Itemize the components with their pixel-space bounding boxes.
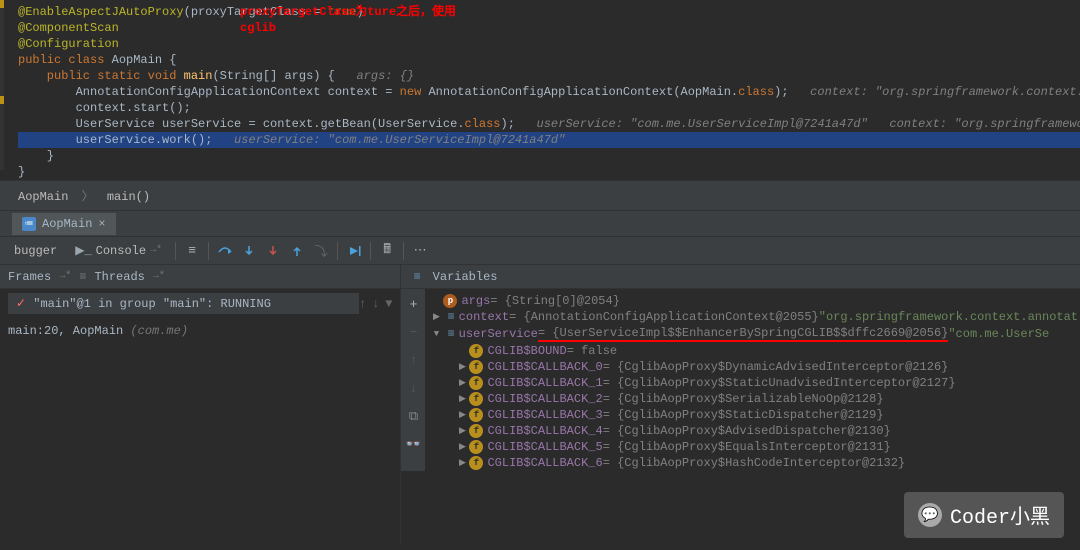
step-over-icon[interactable] [214, 240, 236, 262]
code-line[interactable]: @EnableAspectJAutoProxy(proxyTargetClass… [18, 4, 1080, 20]
variables-title: Variables [433, 270, 498, 284]
var-row[interactable]: ▶fCGLIB$CALLBACK_6 = {CglibAopProxy$Hash… [427, 455, 1080, 471]
code-line[interactable]: AnnotationConfigApplicationContext conte… [18, 84, 1080, 100]
next-frame-icon[interactable]: ↓ [372, 297, 379, 311]
frames-pane: Frames→* ≡ Threads→* ✓ "main"@1 in group… [0, 265, 401, 545]
code-line-current[interactable]: userService.work(); userService: "com.me… [18, 132, 1080, 148]
annotation-overlay: proxyTargetClass为ture之后，使用 [240, 4, 456, 20]
class-icon: ≔ [22, 217, 36, 231]
var-row[interactable]: ▶fCGLIB$CALLBACK_4 = {CglibAopProxy$Advi… [427, 423, 1080, 439]
var-row[interactable]: ▶fCGLIB$CALLBACK_1 = {CglibAopProxy$Stat… [427, 375, 1080, 391]
code-line[interactable]: } [18, 148, 1080, 164]
code-line[interactable]: UserService userService = context.getBea… [18, 116, 1080, 132]
var-row[interactable]: ▶fCGLIB$CALLBACK_2 = {CglibAopProxy$Seri… [427, 391, 1080, 407]
up-icon[interactable]: ↑ [402, 349, 424, 371]
code-editor[interactable]: proxyTargetClass为ture之后，使用 cglib @Enable… [0, 0, 1080, 180]
down-icon[interactable]: ↓ [402, 377, 424, 399]
show-exec-point-icon[interactable]: ≡ [181, 240, 203, 262]
variables-tree: pargs = {String[0]@2054} ▶≡context = {An… [425, 289, 1080, 471]
step-out-icon[interactable] [286, 240, 308, 262]
stack-frame[interactable]: main:20, AopMain (com.me) [4, 322, 400, 340]
threads-tab[interactable]: Threads [94, 270, 144, 284]
debug-toolbar: bugger ▶_ Console →* ≡ ⤵ 🖩 ⋯ [0, 237, 1080, 265]
remove-watch-icon[interactable]: − [402, 321, 424, 343]
filter-icon[interactable]: ▼ [385, 297, 392, 311]
more-icon[interactable]: ⋯ [409, 240, 431, 262]
breadcrumb-item[interactable]: main() [107, 190, 150, 204]
frames-tab[interactable]: Frames [8, 270, 51, 284]
watermark: 💬 Coder小黑 [904, 492, 1064, 538]
debugger-tab[interactable]: bugger [6, 241, 65, 261]
console-tab[interactable]: ▶_ Console →* [67, 240, 170, 261]
code-line[interactable]: context.start(); [18, 100, 1080, 116]
step-into-icon[interactable] [238, 240, 260, 262]
code-line[interactable]: public static void main(String[] args) {… [18, 68, 1080, 84]
run-to-cursor-icon[interactable] [343, 240, 365, 262]
var-row[interactable]: ▶≡context = {AnnotationConfigApplication… [427, 309, 1080, 325]
editor-gutter [0, 0, 4, 170]
stack-frames: main:20, AopMain (com.me) [0, 318, 400, 340]
wechat-icon: 💬 [918, 503, 942, 527]
code-line[interactable]: @Configuration [18, 36, 1080, 52]
var-row[interactable]: ▶fCGLIB$CALLBACK_3 = {CglibAopProxy$Stat… [427, 407, 1080, 423]
var-row[interactable]: ▶fCGLIB$CALLBACK_5 = {CglibAopProxy$Equa… [427, 439, 1080, 455]
prev-frame-icon[interactable]: ↑ [359, 297, 366, 311]
var-row[interactable]: pargs = {String[0]@2054} [427, 293, 1080, 309]
breadcrumb[interactable]: AopMain 〉 main() [0, 180, 1080, 211]
copy-icon[interactable]: ⧉ [402, 405, 424, 427]
breadcrumb-item[interactable]: AopMain [18, 190, 68, 204]
var-row[interactable]: fCGLIB$BOUND = false [427, 343, 1080, 359]
run-tab-bar: ≔ AopMain × [0, 211, 1080, 237]
close-icon[interactable]: × [98, 217, 105, 231]
run-tab[interactable]: ≔ AopMain × [12, 213, 116, 235]
run-tab-label: AopMain [42, 217, 92, 231]
add-watch-icon[interactable]: + [402, 293, 424, 315]
force-step-into-icon[interactable] [262, 240, 284, 262]
vars-icon: ≡ [413, 270, 420, 284]
evaluate-icon[interactable]: 🖩 [376, 240, 398, 262]
code-line[interactable]: } [18, 164, 1080, 180]
thread-selector[interactable]: ✓ "main"@1 in group "main": RUNNING ↑↓▼ [0, 289, 400, 318]
var-row-userservice[interactable]: ▼≡userService = {UserServiceImpl$$Enhanc… [427, 325, 1080, 343]
code-line[interactable]: public class AopMain { [18, 52, 1080, 68]
var-row[interactable]: ▶fCGLIB$CALLBACK_0 = {CglibAopProxy$Dyna… [427, 359, 1080, 375]
code-line[interactable]: @ComponentScan [18, 20, 1080, 36]
drop-frame-icon[interactable]: ⤵ [310, 240, 332, 262]
breadcrumb-sep: 〉 [82, 190, 94, 204]
glasses-icon[interactable]: 👓 [402, 433, 424, 455]
annotation-overlay-2: cglib [240, 20, 276, 36]
